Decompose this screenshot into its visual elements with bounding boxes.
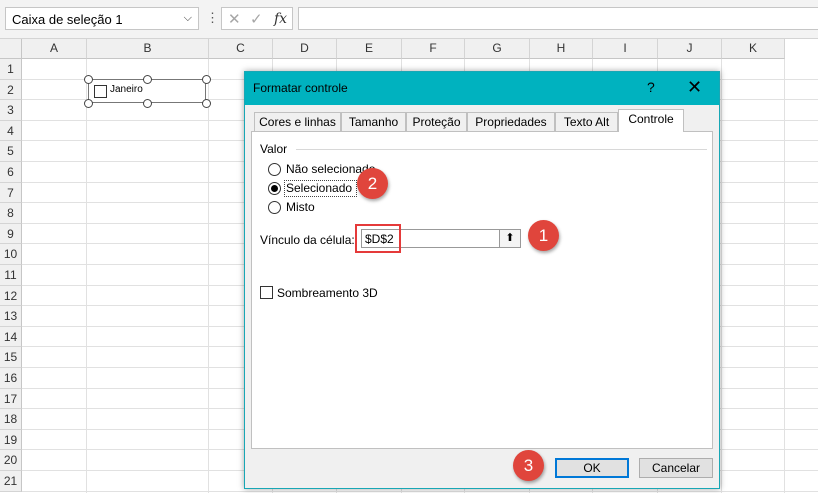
- value-group-label: Valor: [260, 142, 288, 156]
- tab-texto-alt[interactable]: Texto Alt: [555, 112, 618, 131]
- radio-label-misto: Misto: [286, 200, 315, 214]
- row-header[interactable]: 14: [0, 326, 22, 348]
- control-tab-panel: Valor Não selecionado Selecionado Misto …: [251, 131, 713, 449]
- column-header[interactable]: J: [658, 39, 722, 59]
- row-header[interactable]: 1: [0, 59, 22, 80]
- shading-3d-label: Sombreamento 3D: [277, 286, 378, 300]
- column-header[interactable]: D: [273, 39, 337, 59]
- resize-handle[interactable]: [143, 75, 152, 84]
- more-options-icon[interactable]: ⋮: [206, 10, 219, 26]
- name-box[interactable]: Caixa de seleção 1 ⌵: [5, 7, 199, 30]
- column-header[interactable]: H: [530, 39, 593, 59]
- tab-protecao[interactable]: Proteção: [406, 112, 467, 131]
- row-header[interactable]: 15: [0, 347, 22, 368]
- resize-handle[interactable]: [202, 75, 211, 84]
- checkbox-box[interactable]: [94, 85, 107, 98]
- radio-misto[interactable]: [268, 201, 281, 214]
- row-header[interactable]: 20: [0, 450, 22, 471]
- insert-function-icon[interactable]: fx: [274, 11, 287, 27]
- row-header[interactable]: 13: [0, 306, 22, 327]
- checkbox-label: Janeiro: [110, 84, 143, 95]
- group-divider: [296, 149, 707, 150]
- chevron-down-icon[interactable]: ⌵: [184, 12, 192, 25]
- row-header[interactable]: 11: [0, 265, 22, 286]
- tab-propriedades[interactable]: Propriedades: [467, 112, 555, 131]
- radio-nao-selecionado[interactable]: [268, 163, 281, 176]
- row-header[interactable]: 6: [0, 162, 22, 183]
- formula-bar-buttons: ✕ ✓ fx: [221, 7, 293, 30]
- row-header[interactable]: 5: [0, 141, 22, 162]
- row-header[interactable]: 2: [0, 79, 22, 101]
- row-header[interactable]: 3: [0, 100, 22, 121]
- annotation-badge-1: 1: [528, 220, 559, 251]
- resize-handle[interactable]: [84, 75, 93, 84]
- annotation-badge-2: 2: [357, 168, 388, 199]
- ok-button[interactable]: OK: [555, 458, 629, 478]
- cell-link-highlight: [355, 224, 401, 253]
- resize-handle[interactable]: [84, 99, 93, 108]
- dialog-title-bar[interactable]: Formatar controle ? ✕: [245, 72, 719, 105]
- row-header[interactable]: 12: [0, 285, 22, 307]
- help-icon[interactable]: ?: [647, 79, 655, 95]
- cancel-icon[interactable]: ✕: [228, 10, 241, 28]
- row-header[interactable]: 7: [0, 182, 22, 204]
- column-header[interactable]: F: [402, 39, 465, 59]
- row-header[interactable]: 18: [0, 409, 22, 430]
- column-header[interactable]: K: [722, 39, 785, 59]
- tab-tamanho[interactable]: Tamanho: [341, 112, 406, 131]
- shading-3d-checkbox[interactable]: [260, 286, 273, 299]
- column-header[interactable]: E: [337, 39, 402, 59]
- row-header[interactable]: 17: [0, 388, 22, 410]
- resize-handle[interactable]: [143, 99, 152, 108]
- radio-selecionado[interactable]: [268, 182, 281, 195]
- row-header[interactable]: 8: [0, 203, 22, 224]
- cell-link-label: Vínculo da célula:: [260, 233, 355, 247]
- row-header[interactable]: 10: [0, 244, 22, 265]
- grid-row-line: [22, 490, 818, 492]
- column-header[interactable]: A: [22, 39, 87, 59]
- select-all-corner[interactable]: [0, 39, 22, 59]
- column-header[interactable]: C: [209, 39, 273, 59]
- confirm-icon[interactable]: ✓: [250, 10, 263, 28]
- row-header[interactable]: 19: [0, 429, 22, 451]
- collapse-dialog-icon[interactable]: ⬆: [499, 230, 520, 247]
- formula-input[interactable]: [298, 7, 818, 30]
- row-header[interactable]: 4: [0, 120, 22, 142]
- radio-label-selecionado: Selecionado: [286, 181, 353, 195]
- column-header[interactable]: I: [593, 39, 658, 59]
- cancel-button[interactable]: Cancelar: [639, 458, 713, 478]
- column-header[interactable]: B: [87, 39, 209, 59]
- tab-controle[interactable]: Controle: [618, 109, 684, 132]
- formula-bar: Caixa de seleção 1 ⌵ ⋮ ✕ ✓ fx: [0, 0, 818, 39]
- row-header[interactable]: 16: [0, 368, 22, 389]
- close-icon[interactable]: ✕: [687, 77, 702, 98]
- name-box-value: Caixa de seleção 1: [12, 12, 123, 27]
- row-header[interactable]: 9: [0, 223, 22, 245]
- dialog-title: Formatar controle: [253, 81, 348, 95]
- column-header[interactable]: G: [465, 39, 530, 59]
- resize-handle[interactable]: [202, 99, 211, 108]
- tab-cores-e-linhas[interactable]: Cores e linhas: [254, 112, 341, 131]
- annotation-badge-3: 3: [513, 450, 544, 481]
- format-control-dialog: Formatar controle ? ✕ Cores e linhas Tam…: [244, 71, 720, 489]
- row-header[interactable]: 21: [0, 471, 22, 492]
